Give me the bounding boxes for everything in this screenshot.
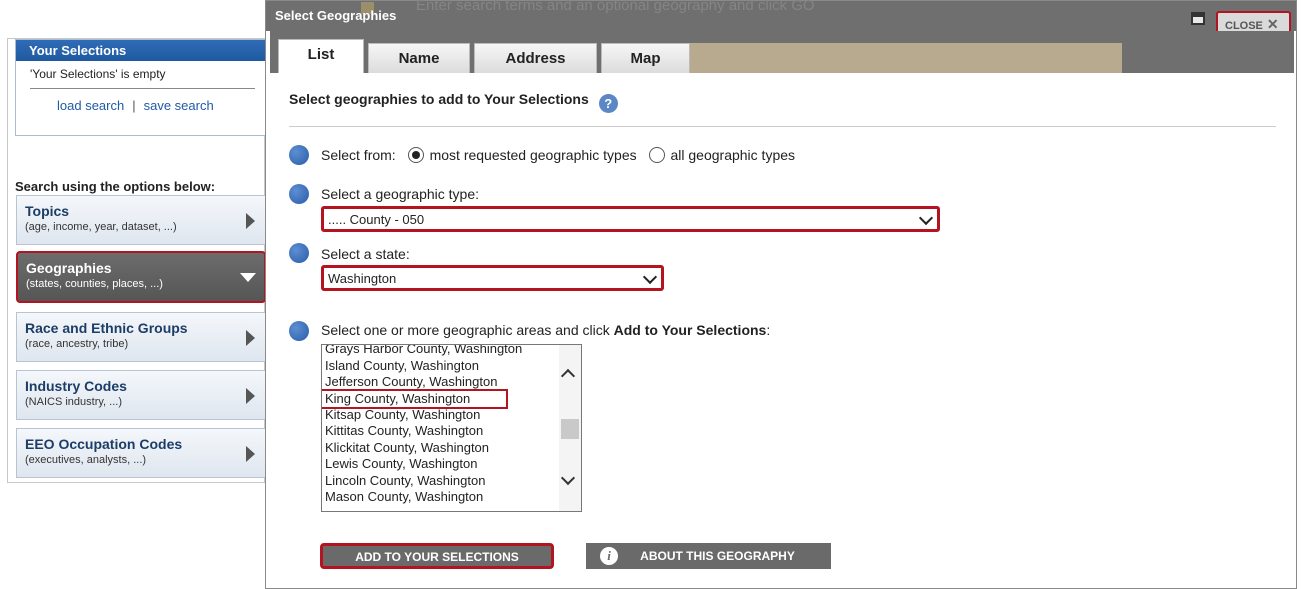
option-topics[interactable]: Topics (age, income, year, dataset, ...) (16, 195, 266, 245)
chevron-down-icon (642, 269, 658, 285)
tab-bar: List Name Address Map (270, 31, 1294, 73)
background-hint-text: Enter search terms and an optional geogr… (416, 0, 815, 14)
chevron-right-icon (246, 388, 255, 404)
list-item[interactable]: Klickitat County, Washington (322, 440, 560, 457)
option-title: Industry Codes (25, 378, 127, 394)
search-options-title: Search using the options below: (15, 179, 216, 194)
dialog-titlebar: Enter search terms and an optional geogr… (266, 0, 1296, 35)
listbox-items: Grays Harbor County, Washington Island C… (322, 345, 560, 506)
option-race-ethnic-groups[interactable]: Race and Ethnic Groups (race, ancestry, … (16, 312, 266, 362)
listbox-scrollbar[interactable] (559, 345, 581, 511)
geographic-areas-listbox[interactable]: Grays Harbor County, Washington Island C… (321, 344, 582, 512)
dialog-heading: Select geographies to add to Your Select… (289, 91, 618, 113)
chevron-down-icon (240, 273, 256, 282)
tab-list[interactable]: List (278, 39, 364, 73)
tab-name[interactable]: Name (368, 43, 470, 73)
areas-label-prefix: Select one or more geographic areas and … (321, 322, 614, 338)
help-icon[interactable]: ? (598, 94, 618, 113)
search-links: load search | save search (16, 89, 270, 113)
option-title: Race and Ethnic Groups (25, 320, 188, 336)
option-geographies[interactable]: Geographies (states, counties, places, .… (16, 251, 266, 303)
state-select[interactable]: Washington (321, 265, 664, 291)
areas-label-bold: Add to Your Selections (613, 322, 767, 338)
link-separator: | (132, 98, 136, 113)
about-geography-label: ABOUT THIS GEOGRAPHY (640, 549, 795, 563)
geo-type-select[interactable]: ..... County - 050 (321, 206, 940, 232)
step-bullet-icon (289, 321, 309, 341)
option-subtitle: (age, income, year, dataset, ...) (25, 221, 177, 233)
save-search-link[interactable]: save search (144, 98, 214, 113)
chevron-right-icon (246, 213, 255, 229)
areas-label: Select one or more geographic areas and … (321, 322, 770, 338)
tab-address[interactable]: Address (474, 43, 597, 73)
select-from-row: Select from: most requested geographic t… (321, 147, 795, 163)
add-to-selections-button[interactable]: ADD TO YOUR SELECTIONS (320, 543, 554, 569)
minimize-icon[interactable] (1191, 12, 1205, 25)
geo-type-value: ..... County - 050 (328, 212, 425, 227)
your-selections-panel: Your Selections 'Your Selections' is emp… (15, 39, 271, 136)
option-industry-codes[interactable]: Industry Codes (NAICS industry, ...) (16, 370, 266, 420)
option-subtitle: (states, counties, places, ...) (26, 278, 163, 290)
load-search-link[interactable]: load search (57, 98, 124, 113)
list-item[interactable]: Mason County, Washington (322, 489, 560, 506)
dialog-body: List Name Address Map Select geographies… (270, 31, 1294, 586)
scroll-thumb[interactable] (561, 419, 579, 439)
chevron-right-icon (246, 330, 255, 346)
dialog-title: Select Geographies (275, 8, 397, 23)
tab-bar-stripe (690, 43, 1122, 73)
list-item-selected[interactable]: King County, Washington (322, 388, 508, 409)
option-title: Geographies (26, 260, 112, 276)
list-item[interactable]: Jefferson County, Washington (322, 374, 560, 391)
tab-map[interactable]: Map (601, 43, 690, 73)
chevron-right-icon (246, 446, 255, 462)
chevron-down-icon (918, 210, 934, 226)
step-bullet-icon (289, 145, 309, 165)
list-item[interactable]: Grays Harbor County, Washington (322, 345, 560, 358)
step-bullet-icon (289, 243, 309, 263)
info-icon: i (600, 547, 618, 565)
state-value: Washington (328, 271, 397, 286)
select-from-label: Select from: (321, 147, 396, 163)
list-item[interactable]: Island County, Washington (322, 358, 560, 375)
list-item[interactable]: Lewis County, Washington (322, 456, 560, 473)
heading-text: Select geographies to add to Your Select… (289, 91, 589, 107)
areas-label-suffix: : (766, 322, 771, 338)
about-geography-button[interactable]: i ABOUT THIS GEOGRAPHY (586, 543, 831, 569)
scroll-up-icon[interactable] (560, 368, 576, 384)
step-bullet-icon (289, 184, 309, 204)
select-geographies-dialog: Enter search terms and an optional geogr… (265, 0, 1297, 589)
geo-type-label: Select a geographic type: (321, 186, 479, 202)
radio-all-types[interactable] (648, 147, 665, 163)
list-item[interactable]: Kittitas County, Washington (322, 423, 560, 440)
list-item[interactable]: Kitsap County, Washington (322, 407, 560, 424)
state-label: Select a state: (321, 246, 410, 262)
option-subtitle: (NAICS industry, ...) (25, 396, 122, 408)
radio-most-requested-label[interactable]: most requested geographic types (430, 147, 637, 163)
divider (289, 126, 1276, 127)
radio-all-types-label[interactable]: all geographic types (671, 147, 796, 163)
option-subtitle: (race, ancestry, tribe) (25, 338, 129, 350)
radio-most-requested[interactable] (407, 147, 424, 163)
close-icon: ✕ (1266, 16, 1279, 32)
option-eeo-occupation-codes[interactable]: EEO Occupation Codes (executives, analys… (16, 428, 266, 478)
option-title: Topics (25, 203, 70, 219)
option-subtitle: (executives, analysts, ...) (25, 454, 147, 466)
scroll-down-icon[interactable] (560, 470, 576, 486)
option-title: EEO Occupation Codes (25, 436, 183, 452)
left-sidebar: Your Selections 'Your Selections' is emp… (7, 38, 271, 483)
your-selections-empty-text: 'Your Selections' is empty (30, 67, 166, 81)
list-item[interactable]: Lincoln County, Washington (322, 473, 560, 490)
your-selections-title: Your Selections (16, 40, 270, 61)
